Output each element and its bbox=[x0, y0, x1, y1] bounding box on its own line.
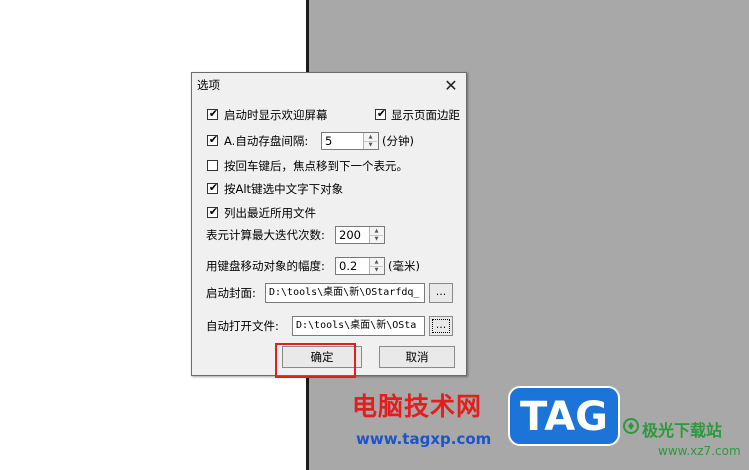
max-iterations-label: 表元计算最大迭代次数: bbox=[206, 228, 325, 242]
watermark-partner-url: www.xz7.com bbox=[658, 444, 741, 458]
spin-down-icon[interactable]: ▼ bbox=[364, 141, 377, 149]
auto-open-file-label: 自动打开文件: bbox=[206, 319, 279, 333]
auto-open-file-browse-button[interactable]: ... bbox=[429, 316, 453, 336]
tag-logo-text: TAG bbox=[520, 394, 608, 440]
autosave-label: A.自动存盘间隔: bbox=[224, 134, 309, 148]
enter-moves-focus-checkbox[interactable] bbox=[207, 160, 218, 171]
cancel-button[interactable]: 取消 bbox=[379, 346, 455, 368]
watermark-site-url: www.tagxp.com bbox=[356, 430, 492, 448]
spinner-arrows: ▲ ▼ bbox=[363, 133, 378, 149]
autosave-interval-value: 5 bbox=[325, 134, 333, 148]
keyboard-move-value: 0.2 bbox=[339, 259, 358, 273]
tag-logo-badge: TAG bbox=[508, 386, 620, 446]
enter-moves-focus-label: 按回车键后，焦点移到下一个表元。 bbox=[224, 159, 408, 173]
alt-select-label: 按Alt键选中文字下对象 bbox=[224, 182, 344, 196]
recent-files-label: 列出最近所用文件 bbox=[224, 206, 316, 220]
autosave-unit: (分钟) bbox=[382, 134, 414, 148]
page-margins-label: 显示页面边距 bbox=[391, 108, 460, 122]
auto-open-file-path-field[interactable]: D:\tools\桌面\新\OSta bbox=[292, 316, 425, 336]
check-mark-icon: ✔ bbox=[208, 181, 219, 194]
welcome-screen-checkbox[interactable]: ✔ bbox=[207, 107, 219, 120]
page-margins-checkbox[interactable]: ✔ bbox=[375, 107, 387, 120]
check-mark-icon: ✔ bbox=[376, 107, 387, 120]
autosave-checkbox[interactable]: ✔ bbox=[207, 133, 219, 146]
startup-cover-path-field[interactable]: D:\tools\桌面\新\OStarfdq_ bbox=[265, 283, 425, 303]
check-mark-icon: ✔ bbox=[208, 133, 219, 146]
spinner-arrows: ▲ ▼ bbox=[369, 258, 384, 274]
startup-cover-label: 启动封面: bbox=[206, 286, 256, 300]
check-mark-icon: ✔ bbox=[208, 107, 219, 120]
spin-down-icon[interactable]: ▼ bbox=[370, 235, 383, 243]
max-iterations-value: 200 bbox=[339, 228, 361, 242]
autosave-interval-spinner[interactable]: 5 ▲ ▼ bbox=[321, 132, 379, 150]
recent-files-checkbox[interactable]: ✔ bbox=[207, 205, 219, 218]
ok-button-highlight-box bbox=[275, 343, 356, 378]
startup-cover-path: D:\tools\桌面\新\OStarfdq_ bbox=[269, 287, 420, 298]
startup-cover-browse-button[interactable]: ... bbox=[429, 283, 453, 303]
auto-open-file-path: D:\tools\桌面\新\OSta bbox=[296, 320, 417, 331]
keyboard-move-label: 用键盘移动对象的幅度: bbox=[206, 259, 325, 273]
watermark-site-name: 电脑技术网 bbox=[352, 392, 483, 421]
dialog-title: 选项 bbox=[197, 78, 220, 92]
keyboard-move-unit: (毫米) bbox=[388, 259, 420, 273]
spinner-arrows: ▲ ▼ bbox=[369, 227, 384, 243]
max-iterations-spinner[interactable]: 200 ▲ ▼ bbox=[335, 226, 385, 244]
close-icon[interactable]: ✕ bbox=[442, 77, 460, 95]
spin-down-icon[interactable]: ▼ bbox=[370, 266, 383, 274]
alt-select-checkbox[interactable]: ✔ bbox=[207, 181, 219, 194]
options-dialog: 选项 ✕ ✔ 启动时显示欢迎屏幕 ✔ 显示页面边距 ✔ A.自动存盘间隔: 5 … bbox=[191, 72, 467, 376]
welcome-screen-label: 启动时显示欢迎屏幕 bbox=[224, 108, 328, 122]
partner-logo-icon bbox=[623, 418, 639, 434]
keyboard-move-spinner[interactable]: 0.2 ▲ ▼ bbox=[335, 257, 385, 275]
check-mark-icon: ✔ bbox=[208, 205, 219, 218]
watermark-partner-name: 极光下载站 bbox=[642, 421, 723, 440]
